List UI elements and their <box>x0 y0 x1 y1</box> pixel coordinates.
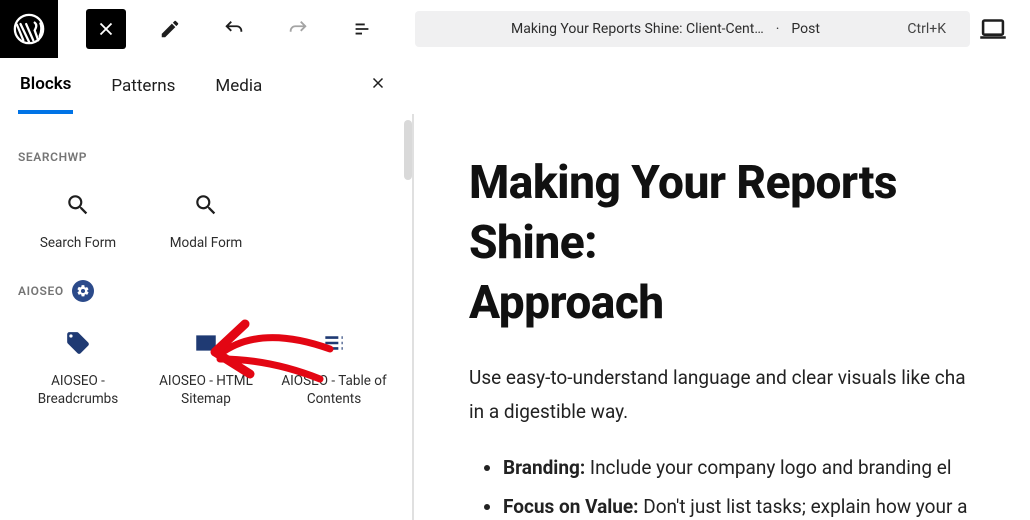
title-line: Making Your Reports Shine: <box>469 156 897 270</box>
undo-icon <box>223 18 245 40</box>
close-icon <box>369 74 387 92</box>
bullet-text: Include your company logo and branding e… <box>585 456 951 479</box>
command-shortcut: Ctrl+K <box>907 21 946 37</box>
paragraph-text: Use easy-to-understand language and clea… <box>469 366 966 389</box>
close-inserter-button[interactable] <box>86 9 126 49</box>
post-title[interactable]: Making Your Reports Shine: Approach <box>469 154 1030 333</box>
main-layout: SEARCHWP Search Form Modal Form AIOSEO <box>0 114 1030 520</box>
block-search-form[interactable]: Search Form <box>18 178 138 262</box>
list-item[interactable]: Focus on Value: Don't just list tasks; e… <box>503 489 1030 520</box>
block-label: AIOSEO - Breadcrumbs <box>22 372 134 408</box>
document-title: Making Your Reports Shine: Client-Cent… <box>511 21 764 37</box>
searchwp-blocks: Search Form Modal Form <box>18 178 394 262</box>
bullet-label: Branding: <box>503 456 585 479</box>
view-button[interactable] <box>976 12 1010 46</box>
inserter-tabs: Blocks Patterns Media <box>0 58 413 114</box>
list-box-icon <box>193 330 219 356</box>
panel-divider <box>413 114 414 520</box>
block-aioseo-sitemap[interactable]: AIOSEO - HTML Sitemap <box>146 316 266 418</box>
document-type: Post <box>791 21 820 37</box>
block-label: AIOSEO - Table of Contents <box>278 372 390 408</box>
list-item[interactable]: Branding: Include your company logo and … <box>503 450 1030 485</box>
title-line: Approach <box>469 276 664 330</box>
toc-icon <box>321 330 347 356</box>
post-list[interactable]: Branding: Include your company logo and … <box>469 450 1030 520</box>
separator-dot: · <box>776 21 780 37</box>
block-modal-form[interactable]: Modal Form <box>146 178 266 262</box>
undo-button[interactable] <box>214 9 254 49</box>
toolbar-buttons <box>58 9 382 49</box>
laptop-icon <box>976 12 1010 46</box>
list-icon <box>351 18 373 40</box>
document-title-bar[interactable]: Making Your Reports Shine: Client-Cent… … <box>415 11 970 47</box>
block-inserter-panel: SEARCHWP Search Form Modal Form AIOSEO <box>0 114 413 520</box>
tab-blocks[interactable]: Blocks <box>18 58 73 114</box>
block-label: Modal Form <box>170 234 243 252</box>
search-icon <box>193 192 219 218</box>
aioseo-text: AIOSEO <box>18 284 64 298</box>
close-panel-button[interactable] <box>361 66 395 105</box>
redo-button[interactable] <box>278 9 318 49</box>
redo-icon <box>287 18 309 40</box>
paragraph-text: in a digestible way. <box>469 400 628 423</box>
search-icon <box>65 192 91 218</box>
wordpress-logo[interactable] <box>0 0 58 58</box>
post-paragraph[interactable]: Use easy-to-understand language and clea… <box>469 361 1030 428</box>
bullet-text: Don't just list tasks; explain how your … <box>639 495 968 518</box>
tab-media[interactable]: Media <box>213 60 264 112</box>
tab-patterns[interactable]: Patterns <box>109 60 177 112</box>
block-label: Search Form <box>40 234 116 252</box>
close-icon <box>95 18 117 40</box>
pencil-icon <box>159 18 181 40</box>
editor-toolbar: Making Your Reports Shine: Client-Cent… … <box>0 0 1030 58</box>
bullet-label: Focus on Value: <box>503 495 639 518</box>
block-aioseo-toc[interactable]: AIOSEO - Table of Contents <box>274 316 394 418</box>
edit-button[interactable] <box>150 9 190 49</box>
gear-badge-icon <box>72 280 94 302</box>
wordpress-icon <box>12 12 46 46</box>
block-label: AIOSEO - HTML Sitemap <box>150 372 262 408</box>
post-content[interactable]: Making Your Reports Shine: Approach Use … <box>413 114 1030 520</box>
block-aioseo-breadcrumbs[interactable]: AIOSEO - Breadcrumbs <box>18 316 138 418</box>
aioseo-blocks: AIOSEO - Breadcrumbs AIOSEO - HTML Sitem… <box>18 316 394 418</box>
tag-icon <box>65 330 91 356</box>
document-overview-button[interactable] <box>342 9 382 49</box>
section-aioseo-label: AIOSEO <box>18 280 394 302</box>
section-searchwp-label: SEARCHWP <box>18 150 394 164</box>
